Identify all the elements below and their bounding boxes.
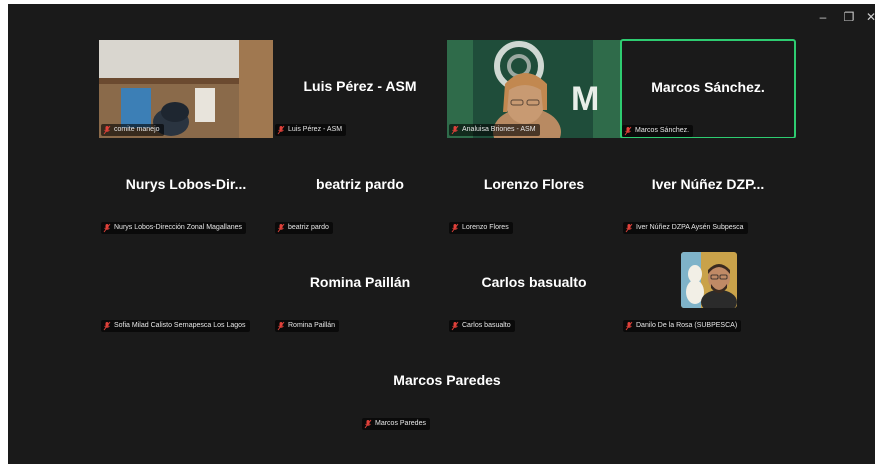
mic-muted-icon	[277, 125, 285, 135]
participant-label: Romina Paillán	[275, 320, 340, 332]
participant-name: Lorenzo Flores	[483, 176, 585, 192]
participant-tile-active-speaker[interactable]: Marcos Sánchez. Marcos Sánchez.	[620, 39, 796, 139]
participant-tile[interactable]: Danilo De la Rosa (SUBPESCA)	[621, 236, 795, 334]
close-button[interactable]: ✕	[860, 8, 875, 26]
participant-tile[interactable]: Carlos basualto Carlos basualto	[447, 236, 621, 334]
participant-label: Danilo De la Rosa (SUBPESCA)	[623, 320, 742, 332]
participant-label: Lorenzo Flores	[449, 222, 513, 234]
mic-muted-icon	[277, 223, 285, 233]
mic-muted-icon	[624, 126, 632, 136]
participant-tile[interactable]: beatriz pardo beatriz pardo	[273, 138, 447, 236]
mic-muted-icon	[625, 223, 633, 233]
participant-tile[interactable]: M Analuisa Briones - ASM	[447, 40, 621, 138]
participant-name: Marcos Paredes	[393, 372, 501, 388]
participant-tile[interactable]: Iver Núñez DZP... Iver Núñez DZPA Aysén …	[621, 138, 795, 236]
participant-tile[interactable]: Luis Pérez - ASM Luis Pérez - ASM	[273, 40, 447, 138]
participant-tile[interactable]: comite manejo	[99, 40, 273, 138]
participant-label: Sofia Milad Calisto Sernapesca Los Lagos	[101, 320, 250, 332]
participant-name: Romina Paillán	[309, 274, 411, 290]
participant-label: Marcos Sánchez.	[622, 125, 694, 137]
minimize-button[interactable]: –	[812, 8, 834, 26]
participant-tile[interactable]: Sofia Milad Calisto Sernapesca Los Lagos	[99, 236, 273, 334]
participant-label: Marcos Paredes	[362, 418, 430, 430]
participant-label: Analuisa Briones - ASM	[449, 124, 540, 136]
participant-tile[interactable]: Nurys Lobos-Dir... Nurys Lobos-Dirección…	[99, 138, 273, 236]
participant-name: Iver Núñez DZP...	[651, 176, 765, 192]
participant-name: beatriz pardo	[316, 176, 404, 192]
participant-tile[interactable]: Lorenzo Flores Lorenzo Flores	[447, 138, 621, 236]
mic-muted-icon	[103, 223, 111, 233]
participant-name: Marcos Sánchez.	[651, 79, 765, 95]
participant-label: beatriz pardo	[275, 222, 333, 234]
mic-muted-icon	[451, 223, 459, 233]
participant-label: Carlos basualto	[449, 320, 515, 332]
participant-tile[interactable]: Marcos Paredes Marcos Paredes	[360, 334, 534, 432]
mic-muted-icon	[103, 321, 111, 331]
mic-muted-icon	[625, 321, 633, 331]
mic-muted-icon	[277, 321, 285, 331]
restore-button[interactable]: ❐	[838, 8, 860, 26]
mic-muted-icon	[451, 321, 459, 331]
mic-muted-icon	[451, 125, 459, 135]
mic-muted-icon	[103, 125, 111, 135]
participant-tile[interactable]: Romina Paillán Romina Paillán	[273, 236, 447, 334]
participant-avatar	[681, 252, 737, 308]
participant-label: comite manejo	[101, 124, 164, 136]
mic-muted-icon	[364, 419, 372, 429]
participant-label: Iver Núñez DZPA Aysén Subpesca	[623, 222, 748, 234]
meeting-window: – ❐ ✕ comite manejo Luis Pérez - ASM Lui…	[8, 4, 875, 464]
participant-name: Nurys Lobos-Dir...	[125, 176, 247, 192]
participant-label: Nurys Lobos-Dirección Zonal Magallanes	[101, 222, 247, 234]
participant-name: Carlos basualto	[481, 274, 587, 290]
svg-text:M: M	[571, 80, 599, 118]
participant-name: Luis Pérez - ASM	[303, 78, 417, 94]
participant-label: Luis Pérez - ASM	[275, 124, 347, 136]
